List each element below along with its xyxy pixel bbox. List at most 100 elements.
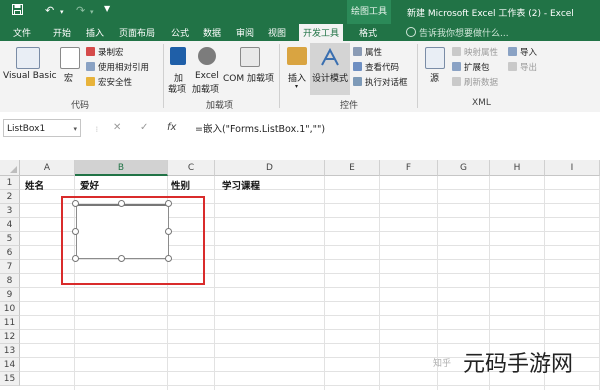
export-label: 导出 — [520, 63, 538, 73]
row-header-2[interactable]: 2 — [0, 190, 20, 204]
contextual-tab-label: 绘图工具 — [347, 0, 391, 24]
row-header-15[interactable]: 15 — [0, 372, 20, 386]
macro-security-label: 宏安全性 — [98, 78, 133, 88]
gridline — [20, 301, 600, 302]
view-code-button[interactable]: 查看代码 — [353, 61, 399, 73]
chevron-down-icon[interactable]: ▾ — [60, 8, 64, 16]
record-macro-label: 录制宏 — [98, 48, 124, 58]
excel-addins-label-line1: Excel — [195, 71, 219, 81]
chevron-down-icon: ▾ — [295, 83, 299, 90]
resize-handle[interactable] — [165, 228, 172, 235]
cell-a1[interactable]: 姓名 — [25, 178, 44, 192]
row-header-10[interactable]: 10 — [0, 302, 20, 316]
menu-formulas[interactable]: 公式 — [171, 26, 189, 39]
row-header-11[interactable]: 11 — [0, 316, 20, 330]
expansion-packs-button[interactable]: 扩展包 — [452, 61, 490, 73]
gridline — [20, 329, 600, 330]
chevron-down-icon[interactable]: ▾ — [73, 120, 77, 138]
menu-format[interactable]: 格式 — [359, 26, 377, 39]
toolbox-icon — [287, 47, 307, 65]
run-dialog-button[interactable]: 执行对话框 — [353, 76, 408, 88]
row-header-12[interactable]: 12 — [0, 330, 20, 344]
visual-basic-icon — [16, 47, 40, 69]
properties-icon — [353, 47, 362, 56]
refresh-data-button[interactable]: 刷新数据 — [452, 76, 498, 88]
row-header-9[interactable]: 9 — [0, 288, 20, 302]
row-header-5[interactable]: 5 — [0, 232, 20, 246]
row-header-1[interactable]: 1 — [0, 176, 20, 190]
record-macro-button[interactable]: 录制宏 — [86, 46, 124, 58]
row-header-4[interactable]: 4 — [0, 218, 20, 232]
column-header-a[interactable]: A — [20, 160, 75, 176]
menu-data[interactable]: 数据 — [203, 26, 221, 39]
menu-view[interactable]: 视图 — [268, 26, 286, 39]
row-header-8[interactable]: 8 — [0, 274, 20, 288]
properties-label: 属性 — [365, 48, 383, 58]
export-button[interactable]: 导出 — [508, 61, 537, 73]
macro-security-button[interactable]: 宏安全性 — [86, 76, 132, 88]
menu-page-layout[interactable]: 页面布局 — [119, 26, 155, 39]
cell-d1[interactable]: 学习课程 — [222, 178, 260, 192]
store-icon — [170, 47, 186, 65]
xml-source-icon — [425, 47, 445, 69]
relative-ref-label: 使用相对引用 — [98, 63, 150, 73]
design-mode-label: 设计模式 — [312, 74, 349, 84]
relative-ref-button[interactable]: 使用相对引用 — [86, 61, 149, 73]
formula-input[interactable]: =嵌入("Forms.ListBox.1","") — [195, 121, 325, 135]
resize-handle[interactable] — [72, 228, 79, 235]
cancel-icon[interactable]: ✕ — [113, 122, 121, 133]
enter-icon[interactable]: ✓ — [140, 122, 148, 133]
visual-basic-label: Visual Basic — [3, 71, 57, 81]
ribbon: Visual Basic 宏 录制宏 使用相对引用 宏安全性 代码 加 载项 E… — [0, 41, 600, 113]
resize-handle[interactable] — [72, 255, 79, 262]
map-properties-button[interactable]: 映射属性 — [452, 46, 498, 58]
xml-group-label: XML — [472, 98, 491, 108]
resize-handle[interactable] — [165, 255, 172, 262]
row-header-14[interactable]: 14 — [0, 358, 20, 372]
macros-icon — [60, 47, 80, 69]
menu-file[interactable]: 文件 — [13, 26, 31, 39]
tell-me-search[interactable]: 告诉我你想要做什么... — [406, 26, 509, 39]
cell-c1[interactable]: 性别 — [171, 178, 190, 192]
menu-developer[interactable]: 开发工具 — [299, 24, 344, 41]
name-box[interactable]: ListBox1 ▾ — [3, 119, 81, 137]
design-mode-button[interactable]: 设计模式 — [310, 43, 350, 95]
redo-icon[interactable]: ↷ — [76, 4, 85, 17]
title-bar: ↶ ▾ ↷ ▾ ▼ 绘图工具 新建 Microsoft Excel 工作表 (2… — [0, 0, 600, 24]
column-header-b[interactable]: B — [75, 160, 168, 176]
resize-handle[interactable] — [118, 255, 125, 262]
controls-group-label: 控件 — [340, 101, 359, 111]
refresh-icon — [452, 77, 461, 86]
column-header-c[interactable]: C — [168, 160, 215, 176]
column-header-h[interactable]: H — [490, 160, 545, 176]
chevron-down-icon[interactable]: ▾ — [90, 8, 94, 16]
cell-b1[interactable]: 爱好 — [80, 178, 99, 192]
resize-handle[interactable] — [165, 200, 172, 207]
column-header-e[interactable]: E — [325, 160, 380, 176]
export-icon — [508, 62, 517, 71]
resize-handle[interactable] — [118, 200, 125, 207]
macros-label: 宏 — [64, 74, 74, 84]
customize-toolbar-icon[interactable]: ▼ — [104, 4, 110, 13]
menu-insert[interactable]: 插入 — [86, 26, 104, 39]
listbox-control[interactable] — [76, 204, 169, 259]
dialog-icon — [353, 77, 362, 86]
insert-function-icon[interactable]: fx — [167, 122, 176, 133]
undo-icon[interactable]: ↶ — [45, 4, 54, 17]
row-header-3[interactable]: 3 — [0, 204, 20, 218]
row-header-13[interactable]: 13 — [0, 344, 20, 358]
column-header-f[interactable]: F — [380, 160, 438, 176]
gridline — [20, 287, 600, 288]
resize-handle[interactable] — [72, 200, 79, 207]
import-button[interactable]: 导入 — [508, 46, 537, 58]
row-header-6[interactable]: 6 — [0, 246, 20, 260]
properties-button[interactable]: 属性 — [353, 46, 382, 58]
xml-source-label: 源 — [430, 74, 440, 84]
menu-home[interactable]: 开始 — [53, 26, 71, 39]
column-header-i[interactable]: I — [545, 160, 600, 176]
save-icon[interactable] — [12, 4, 23, 18]
menu-review[interactable]: 审阅 — [236, 26, 254, 39]
row-header-7[interactable]: 7 — [0, 260, 20, 274]
column-header-g[interactable]: G — [438, 160, 490, 176]
column-header-d[interactable]: D — [215, 160, 325, 176]
